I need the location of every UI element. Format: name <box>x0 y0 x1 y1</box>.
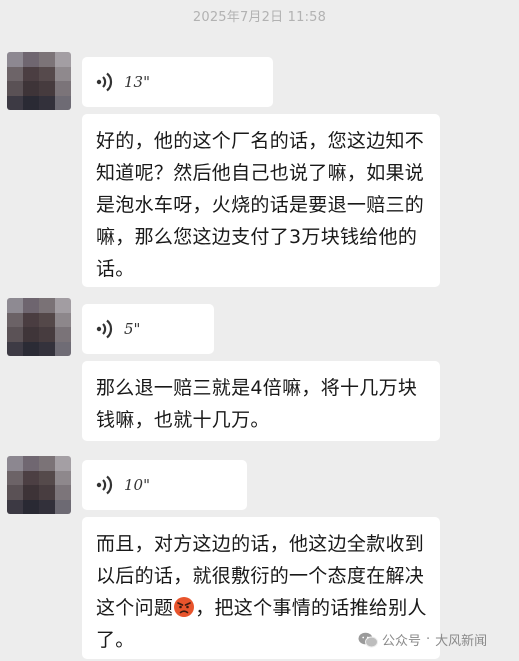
voice-message-bubble[interactable]: 13" <box>82 57 273 107</box>
voice-wave-icon <box>96 72 113 92</box>
voice-duration: 5" <box>124 320 141 338</box>
voice-duration: 10" <box>124 476 150 494</box>
chat-timestamp: 2025年7月2日 11:58 <box>192 10 327 25</box>
avatar[interactable] <box>7 456 71 514</box>
avatar[interactable] <box>7 52 71 110</box>
avatar[interactable] <box>7 298 71 356</box>
transcript-text: 好的，他的这个厂名的话，您这边知不知道呢？然后他自己也说了嘛，如果说是泡水车呀，… <box>96 130 425 280</box>
voice-message-bubble[interactable]: 10" <box>82 460 247 510</box>
watermark-platform: 公众号 <box>382 634 422 649</box>
voice-wave-icon <box>96 319 113 339</box>
wechat-logo-icon <box>358 632 378 647</box>
voice-message-bubble[interactable]: 5" <box>82 304 214 354</box>
voice-transcript-bubble: 那么退一赔三就是4倍嘛，将十几万块钱嘛，也就十几万。 <box>82 361 440 441</box>
watermark: 公众号 · 大风新闻 <box>358 630 487 649</box>
angry-face-emoji <box>174 597 195 617</box>
watermark-source: 大风新闻 <box>435 634 488 649</box>
watermark-separator: · <box>426 632 431 647</box>
transcript-text: 那么退一赔三就是4倍嘛，将十几万块钱嘛，也就十几万。 <box>96 377 418 431</box>
voice-transcript-bubble: 好的，他的这个厂名的话，您这边知不知道呢？然后他自己也说了嘛，如果说是泡水车呀，… <box>82 114 440 287</box>
voice-wave-icon <box>96 475 113 495</box>
voice-duration: 13" <box>124 73 150 91</box>
